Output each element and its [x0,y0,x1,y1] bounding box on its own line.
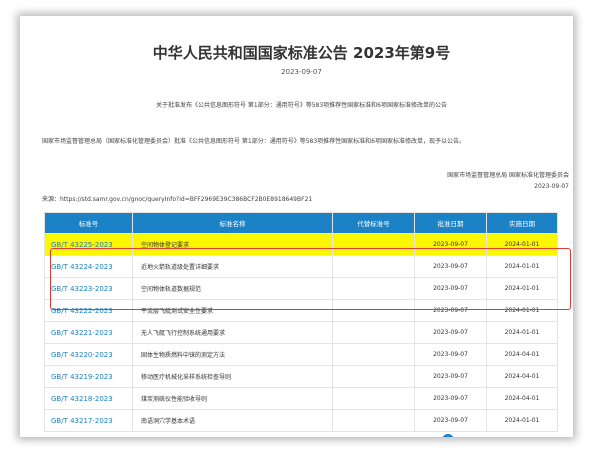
announcement-page: 中华人民共和国国家标准公告 2023年第9号 2023-09-07 关于批准发布… [34,16,569,437]
replace-code [332,343,415,366]
standard-code-link[interactable]: GB/T 43218-2023 [44,387,133,410]
col-header-replace: 代替标准号 [332,212,415,234]
impl-date: 2024-01-01 [486,299,558,322]
standard-name: 固体生物质燃料中铼的测定方法 [132,343,333,366]
standard-code-link[interactable]: GB/T 43225-2023 [44,233,133,256]
standard-name: 空间物体轨道数据规范 [132,277,333,300]
source-link[interactable]: 来源：https://std.samr.gov.cn/gnoc/queryInf… [42,194,312,203]
table-row: GB/T 43221-2023 无人飞艇飞行控制系统通用要求 2023-09-0… [44,321,558,344]
signature-org: 国家市场监督管理总局 国家标准化管理委员会 [447,172,569,179]
table-header-row: 标准号 标准名称 代替标准号 批准日期 实施日期 [44,212,558,234]
impl-date: 2024-01-01 [486,255,558,278]
replace-code [332,277,415,300]
standard-code-link[interactable]: GB/T 43219-2023 [44,365,133,388]
standard-name: 空间物体登记要求 [132,233,333,256]
impl-date: 2024-01-01 [486,233,558,256]
approve-date: 2023-09-07 [414,365,487,388]
standard-code-link[interactable]: GB/T 43217-2023 [44,409,133,432]
impl-date: 2024-04-01 [486,387,558,410]
standard-name: 近地火箭轨道级处置详细要求 [132,255,333,278]
replace-code [332,365,415,388]
approve-date: 2023-09-07 [414,387,487,410]
col-header-code: 标准号 [44,212,133,234]
col-header-impl-date: 实施日期 [486,212,558,234]
impl-date: 2024-04-01 [486,365,558,388]
signature-block: 国家市场监督管理总局 国家标准化管理委员会 2023-09-07 [447,170,569,192]
replace-code [332,255,415,278]
table-row: GB/T 43224-2023 近地火箭轨道级处置详细要求 2023-09-07… [44,255,558,278]
approve-date: 2023-09-07 [414,321,487,344]
impl-date: 2024-04-01 [486,343,558,366]
table-row: GB/T 43222-2023 平流层飞艇测试安全性要求 2023-09-07 … [44,299,558,322]
approve-date: 2023-09-07 [414,255,487,278]
standard-code-link[interactable]: GB/T 43222-2023 [44,299,133,322]
approve-date: 2023-09-07 [414,343,487,366]
impl-date: 2024-01-01 [486,277,558,300]
replace-code [332,387,415,410]
approve-date: 2023-09-07 [414,409,487,432]
approve-date: 2023-09-07 [414,299,487,322]
impl-date: 2024-01-01 [486,409,558,432]
table-row: GB/T 43223-2023 空间物体轨道数据规范 2023-09-07 20… [44,277,558,300]
impl-date: 2024-01-01 [486,321,558,344]
replace-code [332,321,415,344]
standard-name: 移动医疗机械化采样系统检查导则 [132,365,333,388]
replace-code [332,299,415,322]
standard-code-link[interactable]: GB/T 43223-2023 [44,277,133,300]
table-row: GB/T 43220-2023 固体生物质燃料中铼的测定方法 2023-09-0… [44,343,558,366]
col-header-name: 标准名称 [132,212,333,234]
intro-text: 关于批准发布《公共信息图形符号 第1部分：通用符号》等583项推荐性国家标准和6… [156,102,447,109]
screenshot-frame: 中华人民共和国国家标准公告 2023年第9号 2023-09-07 关于批准发布… [20,16,573,437]
standard-name: 煤炭测硫仪性能验收导则 [132,387,333,410]
page-title: 中华人民共和国国家标准公告 2023年第9号 [152,44,451,62]
standard-code-link[interactable]: GB/T 43224-2023 [44,255,133,278]
standard-name: 无人飞艇飞行控制系统通用要求 [132,321,333,344]
standards-table: 标准号 标准名称 代替标准号 批准日期 实施日期 GB/T 43225-2023… [44,212,558,432]
signature-date: 2023-09-07 [534,183,569,190]
standard-code-link[interactable]: GB/T 43220-2023 [44,343,133,366]
table-row: GB/T 43219-2023 移动医疗机械化采样系统检查导则 2023-09-… [44,365,558,388]
publish-date: 2023-09-07 [281,68,322,76]
body-text: 国家市场监督管理总局（国家标准化管理委员会）批准《公共信息图形符号 第1部分：通… [42,138,465,145]
approve-date: 2023-09-07 [414,277,487,300]
table-row: GB/T 43218-2023 煤炭测硫仪性能验收导则 2023-09-07 2… [44,387,558,410]
replace-code [332,409,415,432]
standard-name: 南语洞穴学基本术语 [132,409,333,432]
table-row: GB/T 43225-2023 空间物体登记要求 2023-09-07 2024… [44,233,558,256]
standard-name: 平流层飞艇测试安全性要求 [132,299,333,322]
replace-code [332,233,415,256]
standard-code-link[interactable]: GB/T 43221-2023 [44,321,133,344]
table-row: GB/T 43217-2023 南语洞穴学基本术语 2023-09-07 202… [44,409,558,432]
col-header-approve-date: 批准日期 [414,212,487,234]
approve-date: 2023-09-07 [414,233,487,256]
